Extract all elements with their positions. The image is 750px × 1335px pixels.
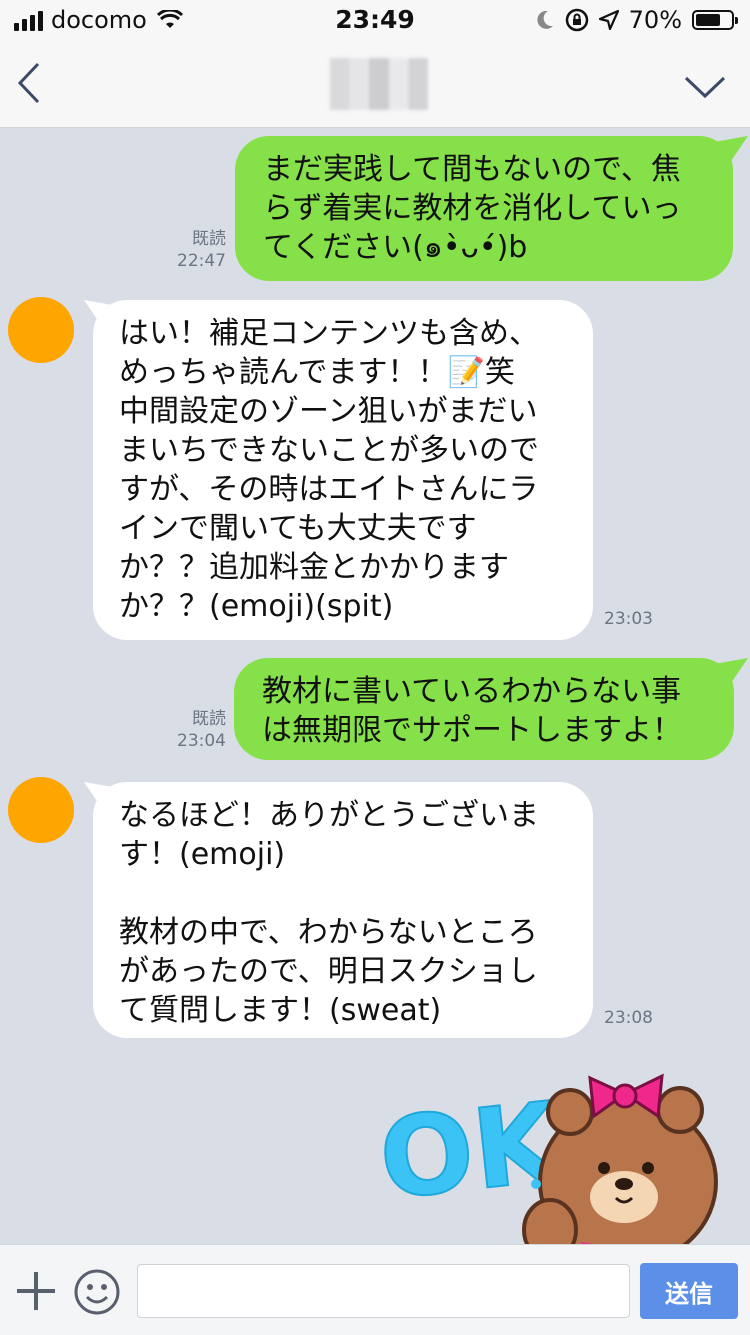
read-receipt: 既読 (192, 709, 226, 729)
message-time: 23:08 (604, 1008, 653, 1028)
message-time: 23:03 (604, 609, 653, 629)
received-message-bubble[interactable]: なるほど！ありがとうございま す！(emoji) 教材の中で、わからないところ … (93, 782, 593, 1038)
location-icon (598, 10, 619, 30)
received-message-bubble[interactable]: はい！補足コンテンツも含め、 めっちゃ読んでます！！📝笑 中間設定のゾーン狙いが… (93, 300, 593, 640)
rotation-lock-icon (565, 8, 588, 32)
plus-icon[interactable] (14, 1269, 58, 1313)
ok-bear-sticker[interactable]: OK (380, 1072, 750, 1250)
back-button[interactable] (10, 58, 50, 108)
message-meta: 既読 22:47 (168, 228, 226, 272)
message-input[interactable] (137, 1264, 630, 1318)
message-time: 22:47 (177, 251, 226, 271)
battery-percent: 70% (628, 6, 682, 34)
status-right: 70% (535, 6, 738, 34)
status-bar: docomo 23:49 70% (0, 0, 750, 40)
message-meta: 既読 23:04 (168, 708, 226, 752)
message-input-bar: 送信 (0, 1244, 750, 1335)
sticker-image: OK (380, 1073, 718, 1250)
avatar[interactable] (8, 777, 74, 843)
battery-icon (692, 10, 738, 30)
sent-message-bubble[interactable]: 教材に書いているわからない事 は無期限でサポートしますよ！ (234, 658, 734, 760)
message-time: 23:04 (177, 731, 226, 751)
smiley-icon[interactable] (72, 1267, 122, 1317)
avatar[interactable] (8, 297, 74, 363)
battery-level (696, 14, 720, 26)
chevron-down-icon[interactable] (682, 68, 728, 108)
contact-name-blurred (330, 58, 428, 110)
sent-message-bubble[interactable]: まだ実践して間もないので、焦 らず着実に教材を消化していっ てください(๑•̀ᴗ… (235, 136, 733, 281)
moon-icon (537, 10, 553, 29)
send-button[interactable]: 送信 (640, 1263, 738, 1319)
chat-header (0, 40, 750, 128)
read-receipt: 既読 (192, 229, 226, 249)
